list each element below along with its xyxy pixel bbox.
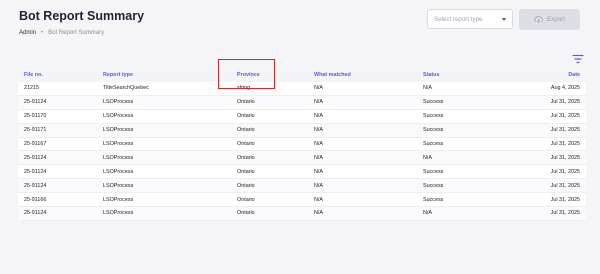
table-row[interactable]: 25-91167 LSOProcess Ontario N/A Success Jul 3…	[18, 137, 586, 152]
cell-province: Ontario	[231, 192, 308, 208]
table-row[interactable]: 25-91124 LSOProcess Ontario N/A Success Jul 3…	[18, 164, 586, 180]
cell-status: N/A	[417, 150, 504, 166]
report-table: File no. Report type Province What match…	[18, 68, 586, 221]
filter-icon[interactable]	[572, 54, 584, 64]
cell-status: Success	[417, 95, 504, 110]
cell-report-type: LSOProcess	[97, 192, 231, 208]
cell-what-matched: N/A	[308, 206, 417, 221]
report-type-select[interactable]: Select report type	[427, 9, 513, 29]
breadcrumb: Admin • Bot Report Summary	[19, 30, 104, 36]
table-row[interactable]: 25-91124 LSOProcess Ontario N/A N/A Jul 31, 2…	[18, 150, 586, 166]
province-highlight-box	[218, 59, 275, 89]
cell-file-no: 25-91124	[18, 95, 97, 110]
cell-what-matched: N/A	[308, 123, 417, 138]
cell-province: Ontario	[231, 109, 308, 124]
cell-file-no: 25-91166	[18, 192, 97, 208]
cell-province: Ontario	[231, 150, 308, 166]
cell-report-type: LSOProcess	[97, 109, 231, 124]
chevron-down-icon	[502, 17, 506, 21]
cell-status: Success	[417, 192, 504, 208]
breadcrumb-current: Bot Report Summary	[48, 30, 105, 36]
export-button[interactable]: Export	[519, 9, 580, 30]
table-row[interactable]: 25-91171 LSOProcess Ontario N/A Success Jul 3…	[18, 123, 586, 138]
breadcrumb-admin[interactable]: Admin	[19, 30, 36, 36]
cell-file-no: 25-91124	[18, 150, 97, 166]
table-row[interactable]: 25-91166 LSOProcess Ontario N/A Success Jul 3…	[18, 192, 586, 208]
cell-province: Ontario	[231, 164, 308, 180]
cell-status: Success	[417, 109, 504, 124]
cell-province: Ontario	[231, 123, 308, 138]
cell-file-no: 25-91124	[18, 178, 97, 194]
table-row[interactable]: 25-91124 LSOProcess Ontario N/A Success Jul 3…	[18, 178, 586, 194]
column-header-date[interactable]: Date	[504, 68, 586, 82]
cell-date: Jul 31, 2025	[504, 137, 586, 152]
cell-date: Jul 31, 2025	[504, 164, 586, 180]
column-header-status[interactable]: Status	[417, 68, 504, 82]
cell-report-type: LSOProcess	[97, 164, 231, 180]
cell-date: Aug 4, 2025	[504, 82, 586, 96]
cell-file-no: 25-91124	[18, 206, 97, 221]
cell-file-no: 25-91170	[18, 109, 97, 124]
column-header-report-type[interactable]: Report type	[97, 68, 231, 82]
page-title: Bot Report Summary	[19, 9, 145, 23]
export-label: Export	[547, 16, 565, 23]
cell-report-type: TitleSearchQuebec	[97, 82, 231, 96]
cell-status: Success	[417, 137, 504, 152]
cell-date: Jul 31, 2025	[504, 192, 586, 208]
cell-date: Jul 31, 2025	[504, 150, 586, 166]
cell-province: Ontario	[231, 137, 308, 152]
cell-report-type: LSOProcess	[97, 206, 231, 221]
table-row[interactable]: 25-91124 LSOProcess Ontario N/A N/A Jul 31, 2…	[18, 206, 586, 221]
cell-report-type: LSOProcess	[97, 123, 231, 138]
table-row[interactable]: 21215 TitleSearchQuebec string N/A N/A Aug 4,…	[18, 82, 586, 96]
cell-what-matched: N/A	[308, 109, 417, 124]
cell-report-type: LSOProcess	[97, 95, 231, 110]
cell-date: Jul 31, 2025	[504, 178, 586, 194]
cell-what-matched: N/A	[308, 164, 417, 180]
cell-what-matched: N/A	[308, 192, 417, 208]
table-body: 21215 TitleSearchQuebec string N/A N/A Aug 4,…	[18, 82, 586, 221]
cell-report-type: LSOProcess	[97, 150, 231, 166]
cell-status: Success	[417, 164, 504, 180]
cell-file-no: 25-91167	[18, 137, 97, 152]
column-header-file-no[interactable]: File no.	[18, 68, 97, 82]
report-type-placeholder: Select report type	[434, 15, 483, 23]
cell-what-matched: N/A	[308, 150, 417, 166]
cell-province: Ontario	[231, 95, 308, 110]
cell-file-no: 25-91171	[18, 123, 97, 138]
cell-status: N/A	[417, 82, 504, 96]
cell-status: Success	[417, 123, 504, 138]
table-row[interactable]: 25-91124 LSOProcess Ontario N/A Success Jul 3…	[18, 95, 586, 110]
cloud-download-icon	[534, 16, 544, 23]
cell-what-matched: N/A	[308, 95, 417, 110]
cell-province: Ontario	[231, 206, 308, 221]
cell-province: Ontario	[231, 178, 308, 194]
cell-file-no: 21215	[18, 82, 97, 96]
cell-date: Jul 31, 2025	[504, 95, 586, 110]
cell-date: Jul 31, 2025	[504, 123, 586, 138]
cell-report-type: LSOProcess	[97, 137, 231, 152]
report-table-card: File no. Report type Province What match…	[18, 68, 586, 221]
cell-what-matched: N/A	[308, 137, 417, 152]
cell-status: Success	[417, 178, 504, 194]
table-row[interactable]: 25-91170 LSOProcess Ontario N/A Success Jul 3…	[18, 109, 586, 124]
cell-status: N/A	[417, 206, 504, 221]
cell-date: Jul 31, 2025	[504, 206, 586, 221]
cell-file-no: 25-91124	[18, 164, 97, 180]
breadcrumb-separator-icon: •	[41, 30, 44, 36]
table-header-row: File no. Report type Province What match…	[18, 68, 586, 82]
cell-what-matched: N/A	[308, 178, 417, 194]
column-header-what-matched[interactable]: What matched	[308, 68, 417, 82]
cell-date: Jul 31, 2025	[504, 109, 586, 124]
cell-report-type: LSOProcess	[97, 178, 231, 194]
cell-what-matched: N/A	[308, 82, 417, 96]
